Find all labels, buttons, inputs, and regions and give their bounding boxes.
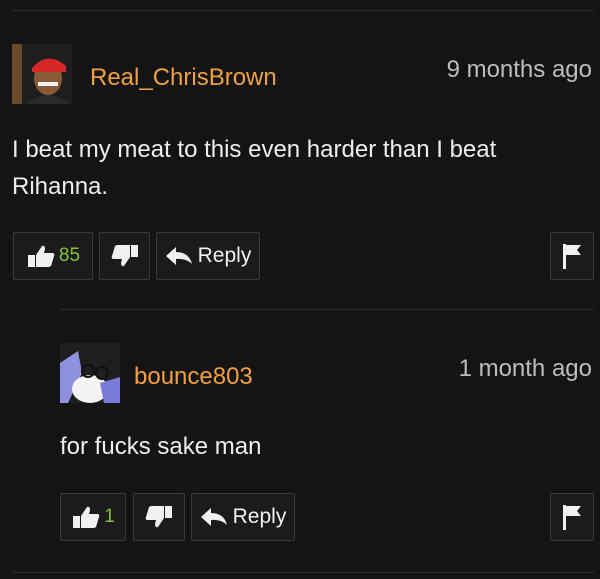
- avatar[interactable]: [12, 44, 72, 104]
- thumbs-down-icon: [110, 244, 140, 268]
- reply-divider: [60, 309, 594, 310]
- reply-button[interactable]: Reply: [191, 493, 295, 541]
- avatar-image: [12, 44, 72, 104]
- avatar-image: [60, 343, 120, 403]
- reply-label: Reply: [232, 505, 287, 528]
- top-divider: [12, 10, 594, 11]
- thumbs-up-icon: [26, 244, 56, 268]
- thumbs-up-icon: [71, 505, 101, 529]
- flag-icon: [560, 242, 584, 270]
- username[interactable]: bounce803: [134, 363, 253, 391]
- flag-button[interactable]: [550, 493, 594, 541]
- reply-arrow-icon: [200, 507, 228, 527]
- thumbs-down-icon: [144, 505, 174, 529]
- timestamp: 1 month ago: [458, 355, 592, 382]
- flag-button[interactable]: [550, 232, 594, 280]
- dislike-button[interactable]: [133, 493, 185, 541]
- timestamp: 9 months ago: [446, 56, 592, 83]
- like-button[interactable]: 1: [60, 493, 126, 541]
- comment-text: for fucks sake man: [60, 433, 262, 460]
- like-button[interactable]: 85: [13, 232, 93, 280]
- like-count: 1: [104, 506, 115, 527]
- bottom-divider: [12, 572, 594, 573]
- comment-text: I beat my meat to this even harder than …: [12, 136, 497, 200]
- flag-icon: [560, 503, 584, 531]
- username[interactable]: Real_ChrisBrown: [90, 64, 277, 92]
- like-count: 85: [58, 245, 81, 266]
- reply-button[interactable]: Reply: [156, 232, 260, 280]
- dislike-button[interactable]: [99, 232, 150, 280]
- reply-label: Reply: [197, 244, 252, 267]
- reply-arrow-icon: [165, 246, 193, 266]
- avatar[interactable]: [60, 343, 120, 403]
